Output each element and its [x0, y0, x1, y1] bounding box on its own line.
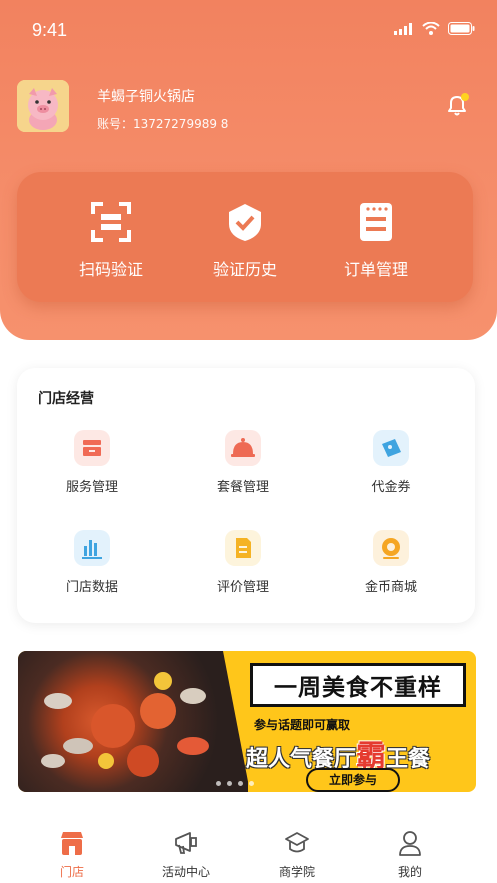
service-management-label: 服务管理 [65, 480, 118, 495]
seafood-platter-image [18, 651, 248, 792]
meal-management-item[interactable]: 套餐管理 [168, 430, 318, 510]
store-management-card: 门店经营 服务管理 套餐管理 代金券 门店数据 评价管理 金币商城 [17, 368, 475, 623]
verify-history-label: 验证历史 [212, 260, 277, 279]
tab-activity-center[interactable]: 活动中心 [136, 823, 236, 883]
scan-verify-label: 扫码验证 [78, 260, 143, 279]
review-management-item[interactable]: 评价管理 [168, 530, 318, 610]
voucher-label: 代金券 [371, 480, 411, 495]
pig-mascot-icon [17, 80, 69, 132]
order-management-button[interactable]: 订单管理 [311, 172, 441, 302]
section-title: 门店经营 [38, 391, 94, 407]
join-now-button[interactable]: 立即参与 [306, 768, 400, 792]
review-doc-icon [225, 530, 261, 566]
store-icon [61, 832, 83, 855]
store-name: 羊蝎子铜火锅店 [97, 89, 195, 105]
bottom-tab-bar: 门店 活动中心 商学院 我的 [0, 823, 497, 883]
tab-store-label: 门店 [59, 865, 84, 879]
graduation-cap-icon [285, 832, 309, 853]
banner-headline: 一周美食不重样 [250, 663, 466, 707]
voucher-item[interactable]: 代金券 [316, 430, 466, 510]
shield-check-icon [229, 204, 261, 241]
order-management-label: 订单管理 [343, 260, 408, 279]
tab-store[interactable]: 门店 [22, 823, 122, 883]
status-bar: 9:41 [0, 0, 497, 60]
scan-verify-button[interactable]: 扫码验证 [46, 172, 176, 302]
meal-cloche-icon [225, 430, 261, 466]
tab-business-school-label: 商学院 [278, 865, 315, 879]
coin-shop-item[interactable]: 金币商城 [316, 530, 466, 610]
service-icon [74, 430, 110, 466]
user-icon [399, 831, 421, 856]
wifi-icon [422, 22, 440, 35]
coin-shop-label: 金币商城 [364, 580, 417, 595]
tab-mine[interactable]: 我的 [360, 823, 460, 883]
carousel-dots [216, 781, 254, 786]
coin-shop-icon [373, 530, 409, 566]
header-background: 9:41 羊蝎子铜火锅店 账号：13727279989 8 扫码验证 验证历史 … [0, 0, 497, 340]
tab-mine-label: 我的 [397, 865, 422, 879]
megaphone-icon [175, 832, 197, 854]
signal-icon [394, 22, 412, 35]
account-number: 账号：13727279989 8 [97, 117, 229, 131]
review-management-label: 评价管理 [216, 580, 269, 595]
store-data-item[interactable]: 门店数据 [17, 530, 167, 610]
scan-icon [91, 202, 131, 242]
battery-icon [448, 22, 475, 35]
service-management-item[interactable]: 服务管理 [17, 430, 167, 510]
status-icons [394, 22, 475, 35]
promo-banner[interactable]: 一周美食不重样 参与话题即可赢取 超人气餐厅霸王餐 立即参与 [18, 651, 476, 792]
order-list-icon [360, 203, 392, 241]
bar-chart-icon [74, 530, 110, 566]
notification-bell-icon[interactable] [444, 92, 470, 118]
voucher-icon [373, 430, 409, 466]
status-time: 9:41 [32, 20, 68, 40]
tab-activity-center-label: 活动中心 [161, 865, 210, 879]
meal-management-label: 套餐管理 [216, 480, 269, 495]
store-avatar[interactable] [17, 80, 69, 132]
store-data-label: 门店数据 [65, 580, 118, 595]
quick-actions-card: 扫码验证 验证历史 订单管理 [17, 172, 473, 302]
verify-history-button[interactable]: 验证历史 [180, 172, 310, 302]
tab-business-school[interactable]: 商学院 [247, 823, 347, 883]
